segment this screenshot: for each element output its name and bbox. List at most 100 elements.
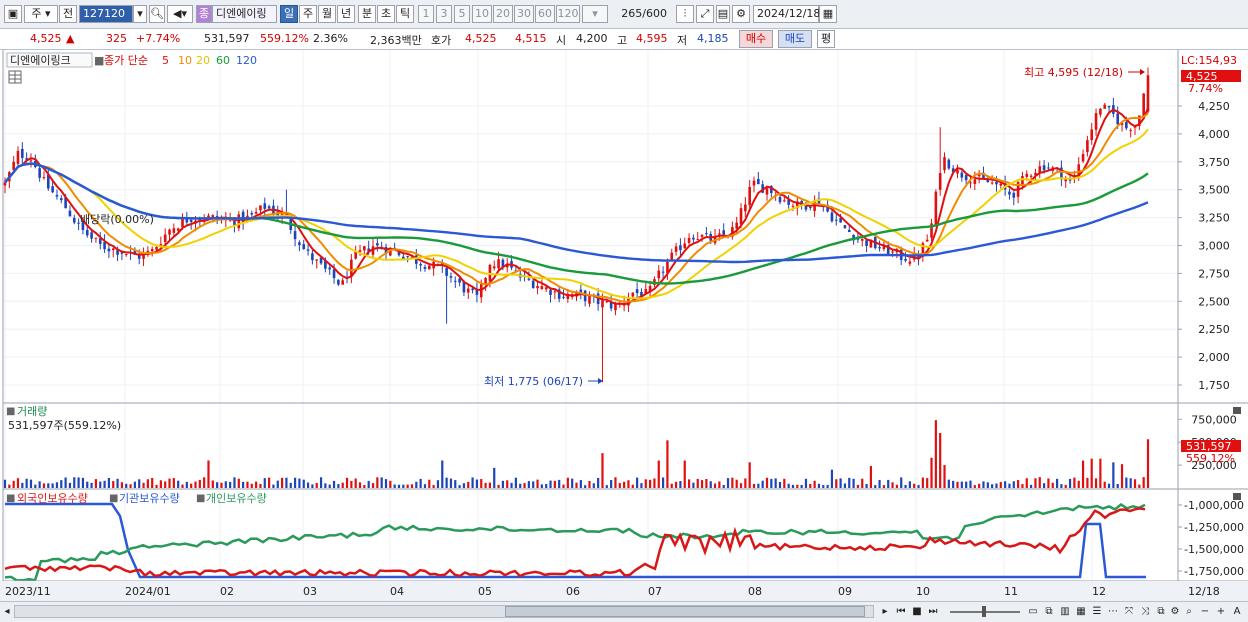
candle-body [977,174,981,177]
candle-body [497,259,500,269]
zoom-search-icon[interactable]: ⌕ [1182,604,1196,619]
scrollbar-thumb[interactable] [505,606,865,617]
zoom-in-icon[interactable]: + [1214,604,1228,619]
volume-bar [744,478,747,488]
count-60[interactable]: 60 [535,5,555,23]
scroll-left-icon[interactable]: ◂ [0,604,14,619]
volume-bar [1125,477,1128,488]
tab-period-year[interactable]: 년 [337,5,355,23]
magnet-icon[interactable]: ⤨ [1138,604,1152,619]
volume-bar [527,481,530,488]
volume-bar [973,485,976,488]
tab-period-month[interactable]: 월 [318,5,336,23]
layout-icon[interactable]: ▣ [4,5,22,23]
zoom-slider-handle[interactable] [982,606,986,617]
holdings-marker-icon: ■ [6,493,15,504]
cross-icon[interactable]: ⤧ [1122,604,1136,619]
volume-bar [47,483,50,488]
volume-bar [34,484,37,488]
code-dropdown-icon[interactable]: ▾ [133,5,147,23]
list-icon[interactable]: ☰ [1090,604,1104,619]
volume-bar [198,479,201,488]
volume-bar [644,479,647,488]
tab-period-week[interactable]: 주 [299,5,317,23]
count-1[interactable]: 1 [418,5,434,23]
stock-code-input[interactable]: 127120 [79,5,133,23]
volume-bar [77,477,80,488]
candle-body [588,295,591,304]
settings-icon[interactable]: ⚙ [1168,604,1182,619]
candle-body [722,230,726,235]
price-tick-label: 3,000 [1198,240,1230,253]
volume-bar [8,484,11,488]
volume-bar [1090,458,1093,488]
scroll-right-icon[interactable]: ▸ [878,604,892,619]
rewind-icon[interactable]: ⏮ [894,604,908,619]
trend-tool-icon[interactable]: ⤢ [696,5,714,23]
count-120[interactable]: 120 [556,5,580,23]
zoom-out-icon[interactable]: − [1198,604,1212,619]
candle-body [189,219,193,222]
volume-bar [1051,482,1054,488]
volume-bar [558,479,561,488]
prev-button[interactable]: 전 [59,5,77,23]
split-icon[interactable]: ▥ [1058,604,1072,619]
candle-body [68,210,72,217]
ma-120-label: 120 [236,54,257,67]
sell-button[interactable]: 매도 [778,30,812,48]
date-field[interactable]: 2024/12/18 [753,5,820,23]
count-5[interactable]: 5 [454,5,470,23]
volume-bar [796,484,799,488]
count-3[interactable]: 3 [436,5,452,23]
count-30[interactable]: 30 [514,5,534,23]
count-10[interactable]: 10 [472,5,492,23]
forward-icon[interactable]: ⏭ [926,604,940,619]
count-20[interactable]: 20 [493,5,513,23]
window-icon[interactable]: ▭ [1026,604,1040,619]
tab-period-tick[interactable]: 틱 [396,5,414,23]
grid-icon[interactable]: ▦ [1074,604,1088,619]
chart-scrollbar[interactable] [14,605,874,618]
eval-button[interactable]: 평 [817,30,835,48]
chart-type-icon[interactable]: ⋯ [1106,604,1120,619]
calendar-icon[interactable]: ▦ [819,5,837,23]
volume-bar [298,478,301,488]
chart-canvas[interactable]: 디엔에이링크 ■ 종가 단순 5 10 20 60 120 배당락(0.00%)… [0,50,1248,602]
volume-bar [731,477,734,488]
volume-bar [159,480,162,488]
volume-bar [358,482,362,488]
volume-bar [1142,477,1145,488]
candle-body [1008,191,1011,195]
save-icon[interactable]: ▤ [716,5,730,23]
text-size-icon[interactable]: A [1230,604,1244,619]
period-select[interactable]: 주 ▾ [24,5,58,23]
gear-icon[interactable]: ⚙ [732,5,750,23]
tab-period-day[interactable]: 일 [280,5,298,23]
tile-icon[interactable]: ⧉ [1042,604,1056,619]
volume-bar [519,483,522,488]
sound-icon[interactable]: ◀▾ [167,5,193,23]
volume-bar [151,477,154,488]
stop-icon[interactable]: ■ [910,604,924,619]
volume-bar [480,479,483,488]
volume-bar [1129,478,1132,488]
volume-bar [237,478,240,488]
tab-period-second[interactable]: 초 [377,5,395,23]
volume-bar [791,484,795,488]
buy-button[interactable]: 매수 [739,30,773,48]
count-dropdown[interactable]: ▾ [582,5,608,23]
volume-bar [597,477,600,488]
chart-area[interactable]: 디엔에이링크 ■ 종가 단순 5 10 20 60 120 배당락(0.00%)… [0,50,1248,602]
volume-bar [293,477,297,488]
tab-period-minute[interactable]: 분 [358,5,376,23]
volume-bar [1133,479,1137,488]
search-icon[interactable]: 🔍︎ [149,5,165,23]
candle-type-icon[interactable]: ⫶ [676,5,694,23]
stock-name-tag: 디엔에이링크 [10,54,71,67]
volume-bar [86,481,89,488]
candle-body [549,289,552,295]
candle-body [492,266,496,269]
copy-icon[interactable]: ⧉ [1154,604,1168,619]
volume-bar [332,480,336,488]
ask-price: 4,525 [465,32,497,45]
